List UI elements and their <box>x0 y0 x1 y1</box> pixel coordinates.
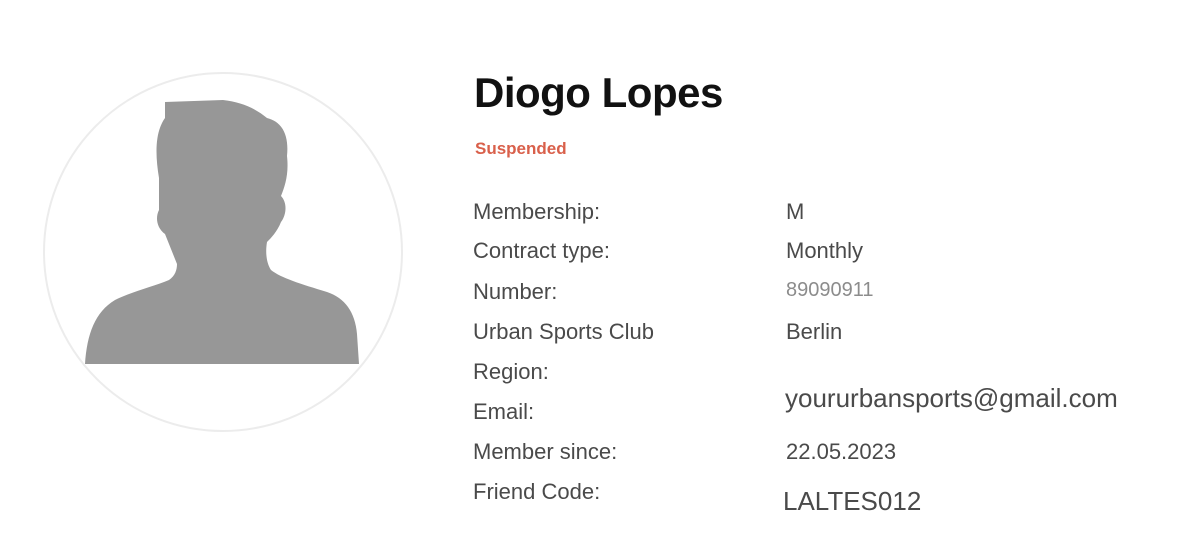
avatar <box>43 72 403 432</box>
region-label-line2: Region: <box>473 359 549 384</box>
email-value: yoururbansports@gmail.com <box>785 383 1118 413</box>
contract-type-value: Monthly <box>786 238 864 263</box>
person-silhouette-icon <box>85 100 359 364</box>
email-label: Email: <box>473 399 535 424</box>
member-profile-card: Diogo Lopes Suspended Membership: M Cont… <box>0 0 1196 534</box>
contract-type-label: Contract type: <box>473 238 610 263</box>
number-label: Number: <box>473 279 558 304</box>
membership-label: Membership: <box>473 199 601 224</box>
region-label-line1: Urban Sports Club <box>473 319 654 344</box>
friend-code-value: LALTES012 <box>783 486 922 516</box>
member-since-value: 22.05.2023 <box>786 439 897 464</box>
number-value: 89090911 <box>786 279 874 301</box>
status-badge: Suspended <box>475 139 567 158</box>
member-since-label: Member since: <box>473 439 618 464</box>
member-name: Diogo Lopes <box>474 69 723 116</box>
membership-value: M <box>786 199 805 224</box>
friend-code-label: Friend Code: <box>473 479 601 504</box>
region-value: Berlin <box>786 319 843 344</box>
